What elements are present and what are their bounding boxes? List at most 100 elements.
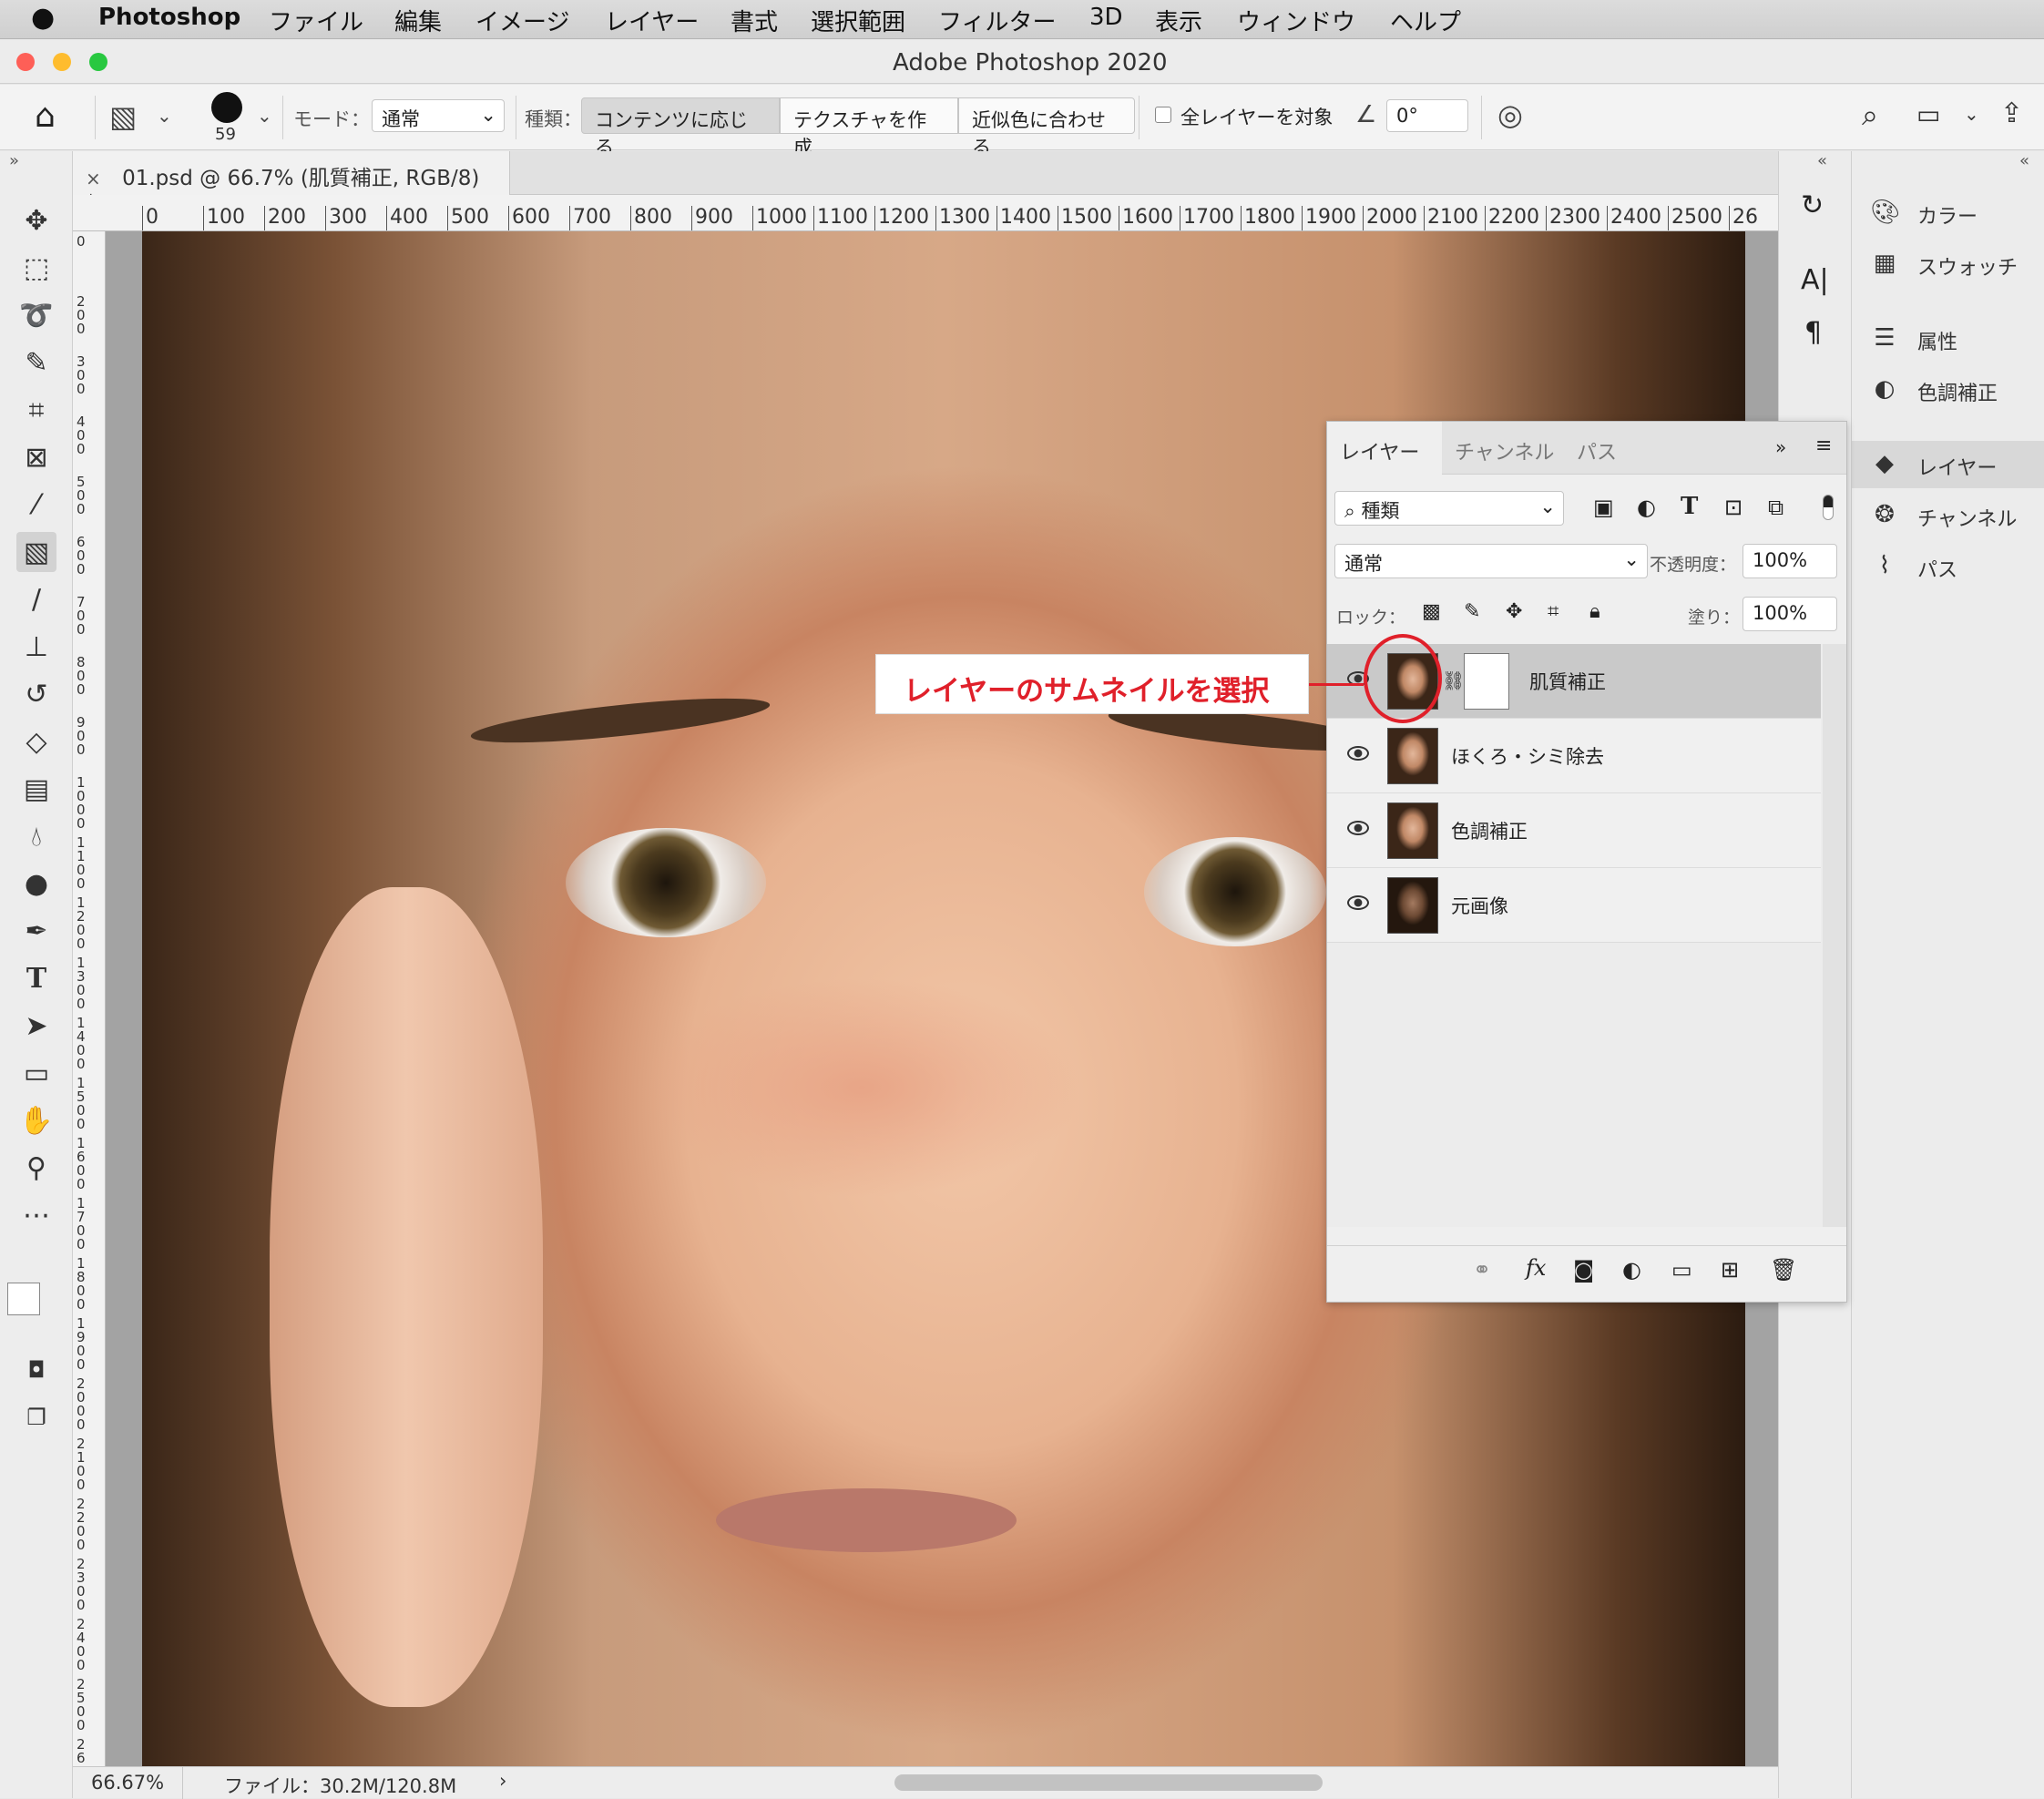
dock-item-swatches[interactable]: ▦ スウォッチ: [1852, 240, 2044, 288]
paragraph-panel-icon[interactable]: ¶: [1804, 317, 1822, 349]
zoom-level[interactable]: 66.67%: [91, 1772, 164, 1794]
menu-image[interactable]: イメージ: [475, 4, 569, 37]
layer-filter-select[interactable]: ⌕ 種類 ⌄: [1334, 491, 1564, 526]
lock-artboard-icon[interactable]: ⌗: [1548, 600, 1559, 623]
pixel-filter-icon[interactable]: ▣: [1593, 495, 1614, 520]
type-tool-icon[interactable]: T: [16, 958, 56, 998]
share-icon[interactable]: ⇪: [2000, 97, 2023, 129]
menu-filter[interactable]: フィルター: [938, 4, 1056, 37]
spot-healing-brush-tool-icon[interactable]: ▧: [16, 532, 56, 572]
create-texture-option[interactable]: テクスチャを作成: [780, 97, 958, 158]
visibility-eye-icon[interactable]: [1347, 821, 1369, 835]
screen-mode-icon[interactable]: ❐: [16, 1397, 56, 1437]
brush-chevron-icon[interactable]: ⌄: [257, 105, 272, 127]
layer-thumbnail[interactable]: [1387, 728, 1438, 784]
adjustment-filter-icon[interactable]: ◐: [1637, 495, 1656, 520]
menu-help[interactable]: ヘルプ: [1390, 4, 1461, 37]
blur-tool-icon[interactable]: 💧︎: [16, 816, 56, 856]
quick-mask-icon[interactable]: ◘: [16, 1350, 56, 1390]
adjustment-layer-icon[interactable]: ◐: [1622, 1257, 1641, 1283]
menu-select[interactable]: 選択範囲: [811, 4, 905, 37]
stamp-tool-icon[interactable]: ⊥: [16, 627, 56, 667]
workspace-chevron-icon[interactable]: ⌄: [1964, 103, 1979, 125]
menu-edit[interactable]: 編集: [394, 4, 442, 37]
dock-item-channels[interactable]: ❂ チャンネル: [1852, 492, 2044, 539]
pressure-icon[interactable]: ◎: [1497, 97, 1523, 132]
home-icon[interactable]: ⌂: [35, 97, 56, 135]
menu-type[interactable]: 書式: [731, 4, 778, 37]
proximity-match-option[interactable]: 近似色に合わせる: [958, 97, 1135, 158]
apple-icon[interactable]: ●: [31, 2, 55, 34]
lasso-tool-icon[interactable]: ➰: [16, 295, 56, 335]
collapse-dock-icon[interactable]: «: [1817, 151, 1827, 170]
trash-icon[interactable]: 🗑︎: [1770, 1257, 1797, 1283]
tool-preset-chevron-icon[interactable]: ⌄: [157, 105, 172, 127]
workspace-icon[interactable]: ▭: [1916, 99, 1940, 129]
panel-expand-icon[interactable]: »: [1775, 436, 1786, 458]
layer-mask-thumbnail[interactable]: [1464, 653, 1509, 710]
all-layers-checkbox[interactable]: [1155, 107, 1171, 123]
visibility-eye-icon[interactable]: [1347, 895, 1369, 910]
opacity-input[interactable]: 100%: [1743, 544, 1837, 578]
move-tool-icon[interactable]: ✥: [16, 200, 56, 240]
horizontal-scrollbar[interactable]: [894, 1774, 1323, 1791]
close-window-button[interactable]: [16, 53, 35, 71]
mode-select[interactable]: 通常 ⌄: [372, 99, 505, 132]
menu-view[interactable]: 表示: [1155, 4, 1202, 37]
smart-object-filter-icon[interactable]: ⧉: [1768, 495, 1783, 520]
visibility-eye-icon[interactable]: [1347, 746, 1369, 761]
collapse-panels-icon[interactable]: «: [2019, 151, 2029, 170]
path-selection-tool-icon[interactable]: ➤: [16, 1006, 56, 1046]
fx-icon[interactable]: fx: [1526, 1255, 1546, 1281]
hand-tool-icon[interactable]: ✋: [16, 1100, 56, 1140]
lock-transparent-icon[interactable]: ▩: [1422, 600, 1441, 623]
crop-tool-icon[interactable]: ⌗: [16, 390, 56, 430]
content-aware-option[interactable]: コンテンツに応じる: [581, 97, 780, 158]
close-tab-icon[interactable]: ×: [86, 168, 101, 189]
new-layer-icon[interactable]: ⊞: [1721, 1257, 1739, 1283]
document-tab[interactable]: × 01.psd @ 66.7% (肌質補正, RGB/8) *: [73, 151, 510, 215]
shape-filter-icon[interactable]: ⊡: [1724, 495, 1743, 520]
history-panel-icon[interactable]: ↻: [1801, 189, 1824, 221]
angle-input[interactable]: 0°: [1386, 99, 1468, 132]
tab-layers[interactable]: レイヤー: [1327, 422, 1442, 475]
marquee-tool-icon[interactable]: ⬚: [16, 248, 56, 288]
panel-menu-icon[interactable]: ≡: [1815, 434, 1832, 457]
add-mask-icon[interactable]: ◙: [1573, 1257, 1594, 1283]
eraser-tool-icon[interactable]: ◇: [16, 721, 56, 762]
minimize-window-button[interactable]: [53, 53, 71, 71]
menu-file[interactable]: ファイル: [269, 4, 363, 37]
gradient-tool-icon[interactable]: ▤: [16, 769, 56, 809]
rectangle-tool-icon[interactable]: ▭: [16, 1053, 56, 1093]
layer-row-color[interactable]: 色調補正: [1327, 793, 1821, 868]
dock-item-paths[interactable]: ⌇ パス: [1852, 543, 2044, 590]
menu-layer[interactable]: レイヤー: [605, 4, 699, 37]
tab-channels[interactable]: チャンネル: [1442, 422, 1567, 475]
layer-row-original[interactable]: 元画像: [1327, 868, 1821, 943]
eyedropper-tool-icon[interactable]: ⁄: [16, 485, 56, 525]
dodge-tool-icon[interactable]: ●: [16, 864, 56, 904]
layer-thumbnail[interactable]: [1387, 877, 1438, 934]
lock-all-icon[interactable]: 🔒︎: [1589, 600, 1600, 623]
search-icon[interactable]: ⌕: [1862, 97, 1878, 133]
dock-item-layers[interactable]: ◆ レイヤー: [1852, 441, 2044, 488]
character-panel-icon[interactable]: A|: [1801, 264, 1829, 296]
menu-3d[interactable]: 3D: [1089, 4, 1123, 31]
history-brush-tool-icon[interactable]: ↺: [16, 674, 56, 714]
status-menu-arrow[interactable]: ›: [499, 1770, 506, 1792]
lock-position-icon[interactable]: ✥: [1506, 600, 1522, 623]
link-layers-icon[interactable]: ⚭: [1473, 1257, 1491, 1283]
spot-healing-tool-icon[interactable]: ▧: [109, 99, 137, 134]
expand-toolbar-icon[interactable]: »: [9, 151, 19, 170]
more-tools-icon[interactable]: ⋯: [16, 1195, 56, 1235]
menu-window[interactable]: ウィンドウ: [1237, 4, 1355, 37]
new-group-icon[interactable]: ▭: [1671, 1257, 1692, 1283]
brush-preview-icon[interactable]: [211, 92, 242, 123]
dock-item-properties[interactable]: ☰ 属性: [1852, 315, 2044, 363]
dock-item-adjustments[interactable]: ◐ 色調補正: [1852, 366, 2044, 414]
fill-input[interactable]: 100%: [1743, 597, 1837, 631]
zoom-window-button[interactable]: [89, 53, 107, 71]
quick-selection-tool-icon[interactable]: ✎: [16, 342, 56, 383]
menu-app-name[interactable]: Photoshop: [98, 4, 240, 31]
filter-toggle-switch[interactable]: [1823, 495, 1834, 520]
